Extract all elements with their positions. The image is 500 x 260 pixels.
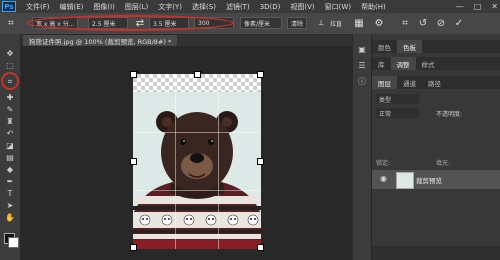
menu-bar: Ps 文件(F) 编辑(E) 图像(I) 图层(L) 文字(Y) 选择(S) 滤… (0, 0, 500, 13)
lock-label: 锁定: (376, 160, 391, 167)
straighten-icon[interactable]: ⟂ (314, 16, 328, 30)
close-button[interactable]: ✕ (491, 2, 498, 11)
bear-illustration (133, 111, 261, 249)
crop-icon[interactable]: ⌗ (398, 16, 412, 30)
move-tool-icon[interactable]: ✥ (4, 48, 16, 59)
type-tool-icon[interactable]: T (4, 188, 16, 199)
crop-handle-bottom-left[interactable] (130, 244, 137, 251)
healing-brush-icon[interactable]: ✚ (4, 92, 16, 103)
gradient-tool-icon[interactable]: ▤ (4, 152, 16, 163)
tab-styles[interactable]: 样式 (416, 57, 441, 70)
fill-label: 填充: (436, 160, 451, 167)
right-panels: 颜色 色板 库 调整 样式 图层 通道 路径 类型 正常 不透明度: 锁定: 填… (372, 34, 500, 260)
brush-tool-icon[interactable]: ✎ (4, 104, 16, 115)
eraser-tool-icon[interactable]: ◪ (4, 140, 16, 151)
tab-channels[interactable]: 通道 (397, 76, 422, 89)
menu-layer[interactable]: 图层(L) (125, 2, 148, 12)
commit-check-icon[interactable]: ✓ (452, 16, 466, 30)
layer-kind-filter[interactable]: 类型 (376, 94, 419, 104)
photoshop-logo: Ps (2, 1, 16, 12)
menu-3d[interactable]: 3D(D) (260, 3, 281, 11)
properties-panel-icon[interactable]: ☰ (357, 60, 367, 70)
overlay-grid-icon[interactable]: ▦ (352, 16, 366, 30)
visibility-eye-icon[interactable]: ◉ (380, 174, 387, 183)
path-select-icon[interactable]: ➤ (4, 200, 16, 211)
document-tab-strip: 狗熊证件照.jpg @ 100% (裁剪预览, RGB/8#) * (21, 35, 352, 46)
crop-grid-line (133, 132, 261, 133)
color-panel-tabs: 颜色 色板 (372, 40, 500, 53)
crop-handle-left[interactable] (130, 158, 137, 165)
tools-panel: ✥ ⬚ ⌗ ✚ ✎ ♜ ↶ ◪ ▤ ◆ ✒ T ➤ ✋ (0, 34, 21, 260)
menu-select[interactable]: 选择(S) (192, 2, 216, 12)
pen-tool-icon[interactable]: ✒ (4, 176, 16, 187)
background-color-swatch[interactable] (8, 237, 19, 248)
reset-icon[interactable]: ↺ (416, 16, 430, 30)
highlight-ellipse (26, 15, 234, 31)
library-panel-tabs: 库 调整 样式 (372, 57, 500, 70)
menu-filter[interactable]: 滤镜(T) (226, 2, 250, 12)
menu-edit[interactable]: 编辑(E) (60, 2, 84, 12)
settings-gear-icon[interactable]: ⚙ (372, 16, 386, 30)
crop-handle-bottom-right[interactable] (257, 244, 264, 251)
menu-file[interactable]: 文件(F) (26, 2, 50, 12)
tab-libraries[interactable]: 库 (372, 57, 391, 70)
clone-stamp-icon[interactable]: ♜ (4, 116, 16, 127)
info-panel-icon[interactable]: ⓘ (357, 76, 367, 86)
tab-color[interactable]: 颜色 (372, 40, 397, 53)
cancel-icon[interactable]: ⊘ (434, 16, 448, 30)
crop-tool-highlight (1, 72, 19, 90)
options-bar: ⌗ 宽 x 高 x 分... 2.5 厘米 ⇄ 3.5 厘米 300 像素/厘米… (0, 13, 500, 35)
straighten-label: 拉直 (330, 21, 343, 28)
crop-grid-line (218, 74, 219, 249)
hand-tool-icon[interactable]: ✋ (4, 212, 16, 223)
layer-name[interactable]: 裁剪预览 (416, 175, 442, 185)
document-tab[interactable]: 狗熊证件照.jpg @ 100% (裁剪预览, RGB/8#) * (23, 35, 178, 46)
layer-thumbnail (396, 172, 414, 189)
tab-adjustments[interactable]: 调整 (390, 57, 416, 70)
clear-button[interactable]: 清除 (287, 17, 307, 29)
menu-image[interactable]: 图像(I) (93, 2, 115, 12)
history-panel-icon[interactable]: ▣ (357, 44, 367, 54)
crop-grid-line (175, 74, 176, 249)
crop-handle-top[interactable] (194, 71, 201, 78)
layers-panel-footer (372, 246, 500, 260)
minimize-button[interactable]: — (456, 2, 464, 11)
blend-mode-select[interactable]: 正常 (376, 108, 419, 118)
crop-handle-top-right[interactable] (257, 71, 264, 78)
document-tab-label: 狗熊证件照.jpg @ 100% (裁剪预览, RGB/8#) * (29, 37, 172, 46)
menu-type[interactable]: 文字(Y) (158, 2, 182, 12)
blur-tool-icon[interactable]: ◆ (4, 164, 16, 175)
opacity-label: 不透明度: (436, 110, 463, 118)
marquee-tool-icon[interactable]: ⬚ (4, 60, 16, 71)
layer-row[interactable]: ◉ 裁剪预览 (372, 170, 500, 189)
layers-panel-tabs: 图层 通道 路径 (372, 76, 500, 89)
menu-view[interactable]: 视图(V) (290, 2, 314, 12)
crop-handle-right[interactable] (257, 158, 264, 165)
bear-photo[interactable] (133, 74, 261, 249)
menu-window[interactable]: 窗口(W) (325, 2, 351, 12)
tab-paths[interactable]: 路径 (422, 76, 447, 89)
tab-layers[interactable]: 图层 (372, 76, 397, 89)
window-controls: — □ ✕ (456, 0, 498, 13)
panel-icon-strip: ▣ ☰ ⓘ (352, 34, 371, 260)
resolution-unit-select[interactable]: 像素/厘米 (240, 17, 282, 29)
crop-tool-preset-icon[interactable]: ⌗ (4, 16, 18, 30)
maximize-button[interactable]: □ (474, 2, 482, 11)
crop-grid-line (133, 190, 261, 191)
menu-help[interactable]: 帮助(H) (361, 2, 386, 12)
crop-handle-top-left[interactable] (130, 71, 137, 78)
history-brush-icon[interactable]: ↶ (4, 128, 16, 139)
tab-swatches[interactable]: 色板 (397, 40, 422, 53)
